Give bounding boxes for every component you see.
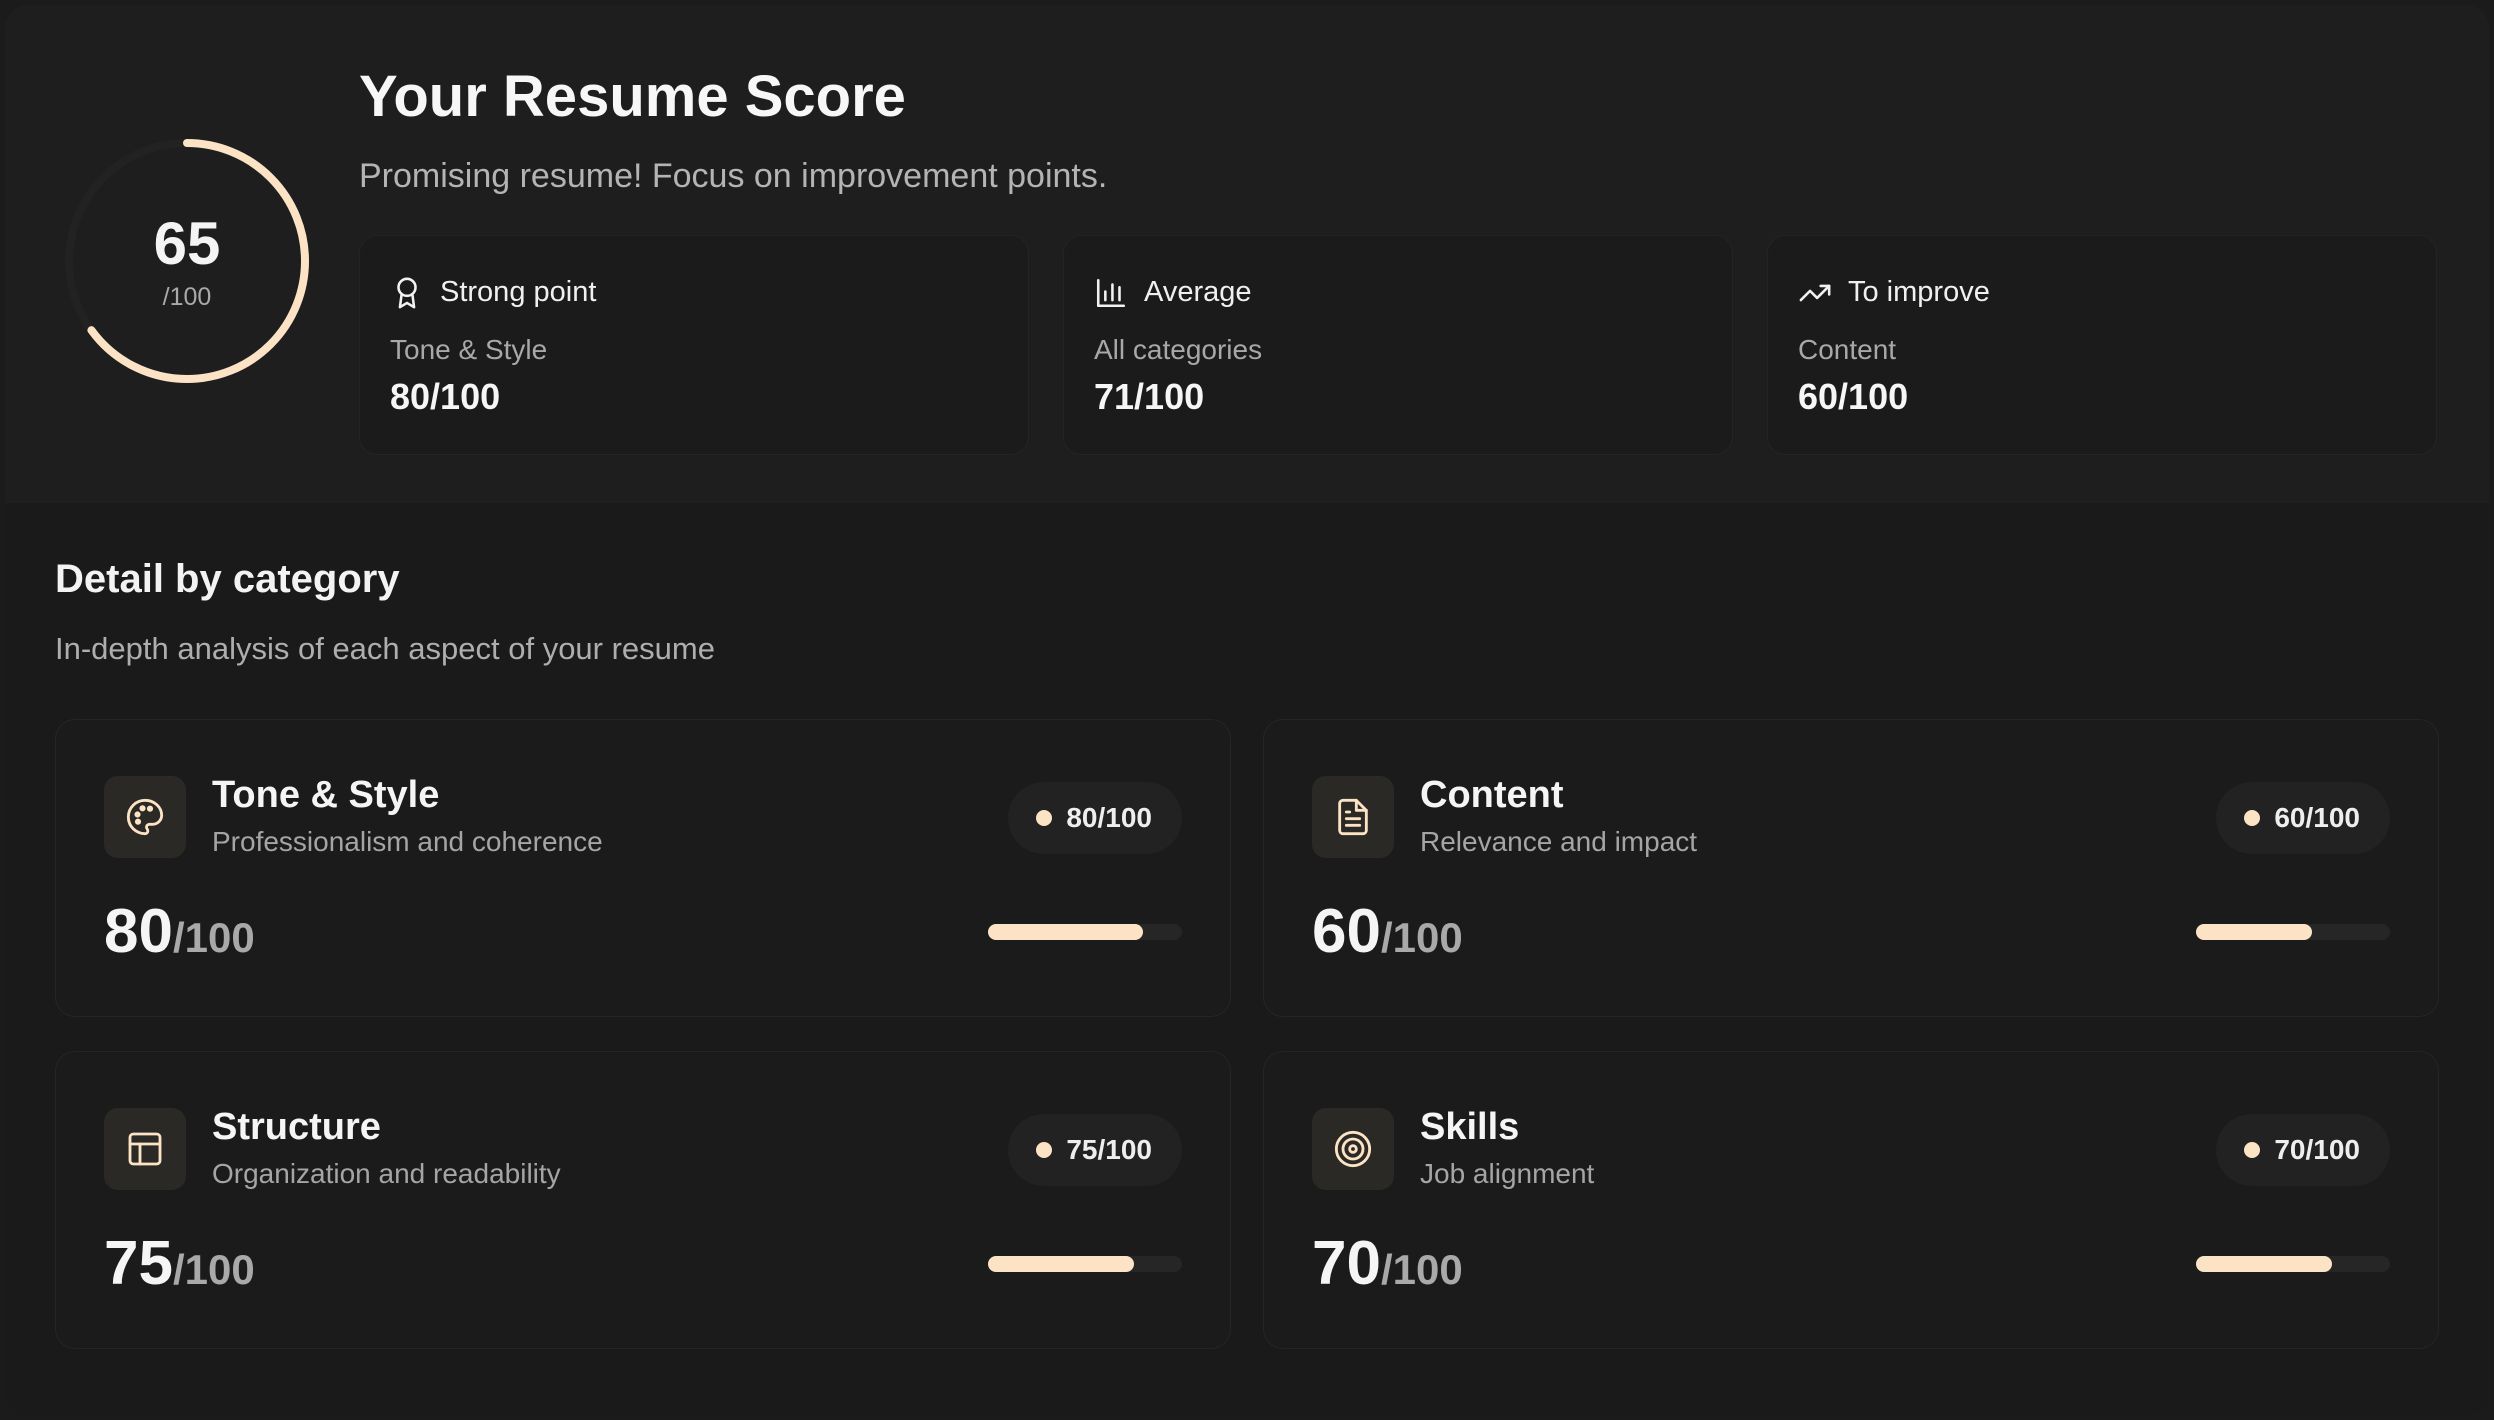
status-dot — [2244, 1142, 2261, 1158]
category-progress-bar — [2196, 1256, 2390, 1272]
summary-label: Strong point — [440, 276, 597, 308]
category-score-total: /100 — [1380, 914, 1463, 961]
summary-category: Tone & Style — [390, 334, 548, 365]
summary-score: 80/100 — [390, 376, 501, 417]
file-text-icon — [1338, 798, 1368, 836]
summary-card-average: Average All categories 71/100 — [1063, 235, 1733, 455]
status-dot — [1036, 1142, 1053, 1158]
summary-category: Content — [1798, 334, 1897, 365]
category-score-badge: 75/100 — [1008, 1114, 1182, 1186]
section-title: Detail by category — [55, 557, 400, 601]
category-name: Tone & Style — [212, 774, 440, 816]
overall-score: 65 — [153, 210, 221, 277]
badge-text: 80/100 — [1066, 802, 1152, 833]
category-score-badge: 60/100 — [2216, 782, 2390, 854]
layout-icon — [128, 1132, 162, 1166]
category-description: Job alignment — [1420, 1158, 1595, 1189]
badge-text: 70/100 — [2274, 1134, 2360, 1165]
category-score-value: 60 — [1312, 897, 1381, 966]
score-header: 65 /100 Your Resume Score Promising resu… — [5, 5, 2489, 503]
trending-up-icon — [1799, 284, 1831, 302]
category-name: Skills — [1420, 1106, 1520, 1148]
category-description: Relevance and impact — [1420, 826, 1698, 857]
summary-label: Average — [1144, 276, 1252, 308]
summary-card-strong-point: Strong point Tone & Style 80/100 — [359, 235, 1029, 455]
category-progress-fill — [988, 1256, 1134, 1272]
badge-text: 60/100 — [2274, 802, 2360, 833]
page-title: Your Resume Score — [359, 64, 906, 129]
category-score-value: 70 — [1312, 1229, 1381, 1298]
category-score-total: /100 — [172, 1246, 255, 1293]
status-dot — [1036, 810, 1053, 826]
category-score: 70/100 — [1312, 1228, 1463, 1299]
category-score: 75/100 — [104, 1228, 255, 1299]
summary-card-to-improve: To improve Content 60/100 — [1767, 235, 2437, 455]
page-subtitle: Promising resume! Focus on improvement p… — [359, 157, 1108, 195]
bar-chart-icon — [1096, 278, 1126, 308]
target-icon — [1334, 1130, 1372, 1168]
category-card-tone-style[interactable]: Tone & Style Professionalism and coheren… — [55, 719, 1231, 1017]
summary-category: All categories — [1094, 334, 1263, 365]
category-score: 80/100 — [104, 896, 255, 967]
summary-label: To improve — [1848, 276, 1990, 308]
category-score-total: /100 — [172, 914, 255, 961]
category-description: Professionalism and coherence — [212, 826, 603, 857]
category-score-value: 75 — [104, 1229, 173, 1298]
category-score-badge: 80/100 — [1008, 782, 1182, 854]
palette-icon — [126, 798, 164, 836]
category-progress-bar — [988, 924, 1182, 940]
category-score-value: 80 — [104, 897, 173, 966]
category-progress-bar — [2196, 924, 2390, 940]
category-icon-box — [1312, 776, 1394, 858]
category-score-total: /100 — [1380, 1246, 1463, 1293]
category-icon-box — [1312, 1108, 1394, 1190]
award-icon — [397, 277, 417, 309]
score-ring: 65 /100 — [57, 131, 317, 391]
category-name: Structure — [212, 1106, 381, 1148]
category-card-skills[interactable]: Skills Job alignment 70/100 70/100 — [1263, 1051, 2439, 1349]
category-description: Organization and readability — [212, 1158, 561, 1189]
status-dot — [2244, 810, 2261, 826]
category-card-structure[interactable]: Structure Organization and readability 7… — [55, 1051, 1231, 1349]
badge-text: 75/100 — [1066, 1134, 1152, 1165]
category-name: Content — [1420, 774, 1564, 816]
summary-score: 60/100 — [1798, 376, 1909, 417]
category-icon-box — [104, 1108, 186, 1190]
category-icon-box — [104, 776, 186, 858]
summary-score: 71/100 — [1094, 376, 1205, 417]
category-card-content[interactable]: Content Relevance and impact 60/100 60/1… — [1263, 719, 2439, 1017]
category-progress-bar — [988, 1256, 1182, 1272]
category-progress-fill — [2196, 1256, 2332, 1272]
category-progress-fill — [2196, 924, 2313, 940]
section-subtitle: In-depth analysis of each aspect of your… — [55, 631, 715, 666]
category-score: 60/100 — [1312, 896, 1463, 967]
category-progress-fill — [988, 924, 1144, 940]
resume-score-panel: 65 /100 Your Resume Score Promising resu… — [5, 5, 2489, 1415]
category-score-badge: 70/100 — [2216, 1114, 2390, 1186]
overall-score-total: /100 — [162, 283, 212, 311]
